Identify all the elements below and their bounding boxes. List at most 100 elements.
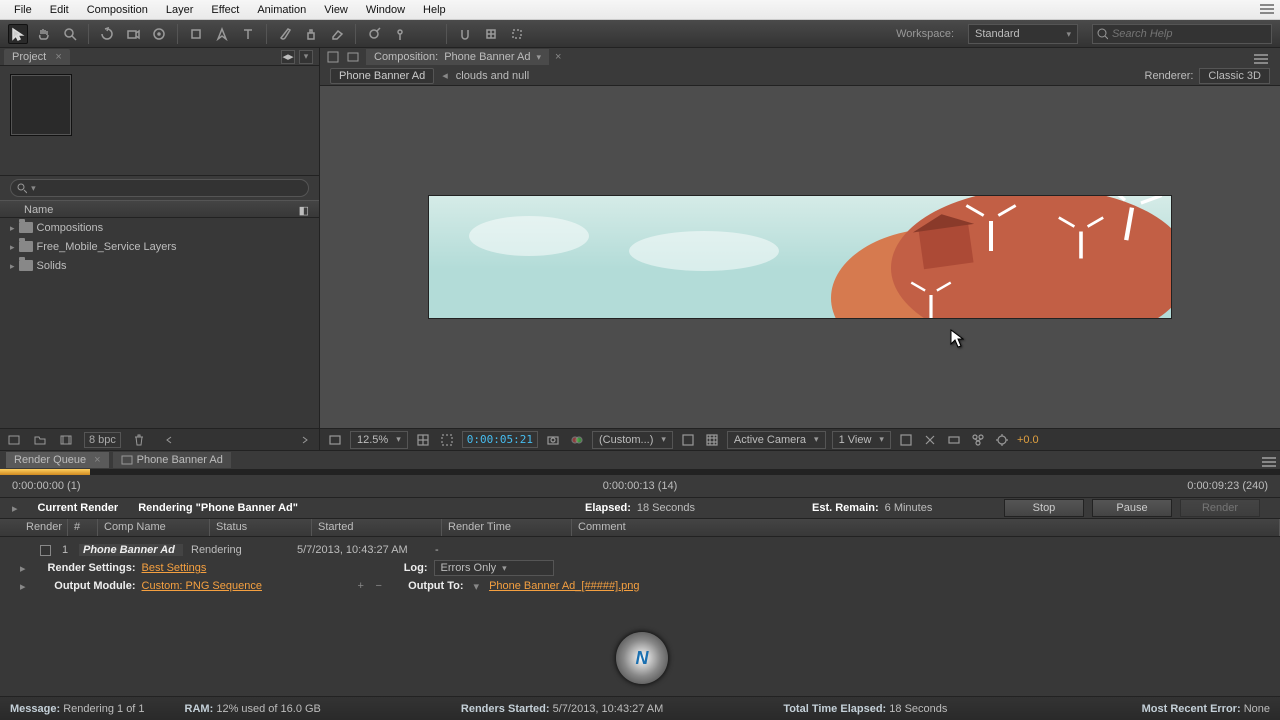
search-help-field[interactable] bbox=[1092, 24, 1272, 44]
status-message-label: Message: bbox=[10, 703, 60, 715]
twirl-icon[interactable] bbox=[10, 222, 15, 234]
menu-help[interactable]: Help bbox=[415, 2, 454, 18]
col-comp[interactable]: Comp Name bbox=[98, 519, 210, 536]
bpc-toggle[interactable]: 8 bpc bbox=[84, 432, 121, 448]
resolution-icon[interactable] bbox=[414, 431, 432, 449]
rotation-tool[interactable] bbox=[97, 24, 117, 44]
menu-composition[interactable]: Composition bbox=[79, 2, 156, 18]
project-column-header[interactable]: Name ◧ bbox=[0, 200, 319, 218]
breadcrumb-child[interactable]: clouds and null bbox=[456, 70, 529, 82]
menu-file[interactable]: File bbox=[6, 2, 40, 18]
panel-options-icon[interactable] bbox=[1260, 2, 1274, 16]
menu-effect[interactable]: Effect bbox=[203, 2, 247, 18]
output-module-link[interactable]: Custom: PNG Sequence bbox=[142, 580, 352, 592]
color-management-dropdown[interactable]: (Custom...) bbox=[592, 431, 673, 449]
comp-flowchart-icon[interactable] bbox=[969, 431, 987, 449]
snap-option-2[interactable] bbox=[507, 24, 527, 44]
pixel-aspect-icon[interactable] bbox=[897, 431, 915, 449]
menu-layer[interactable]: Layer bbox=[158, 2, 202, 18]
fast-previews-icon[interactable] bbox=[921, 431, 939, 449]
snap-toggle[interactable] bbox=[455, 24, 475, 44]
zoom-dropdown[interactable]: 12.5% bbox=[350, 431, 408, 449]
log-dropdown[interactable]: Errors Only bbox=[434, 560, 554, 576]
delete-icon[interactable] bbox=[131, 432, 147, 448]
timeline-icon[interactable] bbox=[945, 431, 963, 449]
folder-free-mobile-service-layers[interactable]: Free_Mobile_Service Layers bbox=[0, 237, 319, 256]
unified-camera-tool[interactable] bbox=[123, 24, 143, 44]
snap-option-1[interactable] bbox=[481, 24, 501, 44]
puppet-pin-tool[interactable] bbox=[390, 24, 410, 44]
folder-compositions[interactable]: Compositions bbox=[0, 218, 319, 237]
stop-button[interactable]: Stop bbox=[1004, 499, 1084, 517]
nav-prev-icon[interactable] bbox=[161, 432, 177, 448]
menu-edit[interactable]: Edit bbox=[42, 2, 77, 18]
nav-next-icon[interactable] bbox=[297, 432, 313, 448]
eraser-tool[interactable] bbox=[327, 24, 347, 44]
twirl-icon[interactable] bbox=[20, 562, 30, 575]
search-help-input[interactable] bbox=[1112, 28, 1267, 40]
tab-composition[interactable]: Composition: Phone Banner Ad bbox=[366, 49, 549, 65]
menu-window[interactable]: Window bbox=[358, 2, 413, 18]
clone-stamp-tool[interactable] bbox=[301, 24, 321, 44]
composition-viewer[interactable] bbox=[320, 86, 1280, 428]
always-preview-icon[interactable] bbox=[326, 431, 344, 449]
col-comment[interactable]: Comment bbox=[572, 519, 1280, 536]
snapshot-icon[interactable] bbox=[544, 431, 562, 449]
breadcrumb-root[interactable]: Phone Banner Ad bbox=[330, 68, 434, 84]
exposure-value[interactable]: +0.0 bbox=[1017, 434, 1039, 446]
views-dropdown[interactable]: 1 View bbox=[832, 431, 891, 449]
menu-view[interactable]: View bbox=[316, 2, 356, 18]
project-search-input[interactable] bbox=[40, 182, 302, 194]
tab-timeline-phone-banner-ad[interactable]: Phone Banner Ad bbox=[113, 452, 231, 468]
tab-render-queue[interactable]: Render Queue × bbox=[6, 452, 109, 468]
new-comp-icon[interactable] bbox=[58, 432, 74, 448]
brush-tool[interactable] bbox=[275, 24, 295, 44]
pen-tool[interactable] bbox=[212, 24, 232, 44]
roi-icon[interactable] bbox=[438, 431, 456, 449]
col-render[interactable]: Render bbox=[20, 519, 68, 536]
panel-collapse-icon[interactable]: ◂▸ bbox=[281, 50, 295, 64]
col-started[interactable]: Started bbox=[312, 519, 442, 536]
menu-animation[interactable]: Animation bbox=[249, 2, 314, 18]
channel-icon[interactable] bbox=[568, 431, 586, 449]
project-search-field[interactable] bbox=[10, 179, 309, 197]
col-status[interactable]: Status bbox=[210, 519, 312, 536]
render-settings-link[interactable]: Best Settings bbox=[142, 562, 352, 574]
folder-solids[interactable]: Solids bbox=[0, 256, 319, 275]
camera-dropdown[interactable]: Active Camera bbox=[727, 431, 826, 449]
roto-brush-tool[interactable] bbox=[364, 24, 384, 44]
rectangle-tool[interactable] bbox=[186, 24, 206, 44]
hand-tool[interactable] bbox=[34, 24, 54, 44]
reset-exposure-icon[interactable] bbox=[993, 431, 1011, 449]
toggle-mask-icon[interactable] bbox=[679, 431, 697, 449]
selection-tool[interactable] bbox=[8, 24, 28, 44]
twirl-icon[interactable] bbox=[10, 260, 15, 272]
twirl-icon[interactable] bbox=[10, 241, 15, 253]
label-column-icon[interactable]: ◧ bbox=[299, 204, 309, 217]
type-tool[interactable] bbox=[238, 24, 258, 44]
current-time[interactable]: 0:00:05:21 bbox=[462, 431, 538, 448]
close-icon[interactable]: × bbox=[94, 454, 100, 466]
pan-behind-tool[interactable] bbox=[149, 24, 169, 44]
toggle-grid-icon[interactable] bbox=[703, 431, 721, 449]
output-to-link[interactable]: Phone Banner Ad_[#####].png bbox=[489, 580, 639, 592]
tab-project[interactable]: Project × bbox=[4, 49, 70, 65]
col-num[interactable]: # bbox=[68, 519, 98, 536]
render-item-row[interactable]: 1 Phone Banner Ad Rendering 5/7/2013, 10… bbox=[4, 541, 1276, 559]
twirl-icon[interactable] bbox=[20, 580, 30, 593]
pause-button[interactable]: Pause bbox=[1092, 499, 1172, 517]
interpret-footage-icon[interactable] bbox=[6, 432, 22, 448]
renderer-dropdown[interactable]: Classic 3D bbox=[1199, 68, 1270, 84]
workspace-dropdown[interactable]: Standard bbox=[968, 24, 1078, 44]
new-folder-icon[interactable] bbox=[32, 432, 48, 448]
render-checkbox[interactable] bbox=[40, 545, 51, 556]
zoom-tool[interactable] bbox=[60, 24, 80, 44]
panel-menu-icon[interactable] bbox=[299, 50, 313, 64]
flowchart-icon[interactable] bbox=[326, 50, 340, 64]
panel-options-icon[interactable] bbox=[1262, 455, 1276, 469]
comp-mini-icon[interactable] bbox=[346, 50, 360, 64]
close-icon[interactable]: × bbox=[555, 51, 561, 63]
col-rtime[interactable]: Render Time bbox=[442, 519, 572, 536]
close-icon[interactable]: × bbox=[55, 51, 61, 63]
panel-options-icon[interactable] bbox=[1254, 52, 1268, 66]
